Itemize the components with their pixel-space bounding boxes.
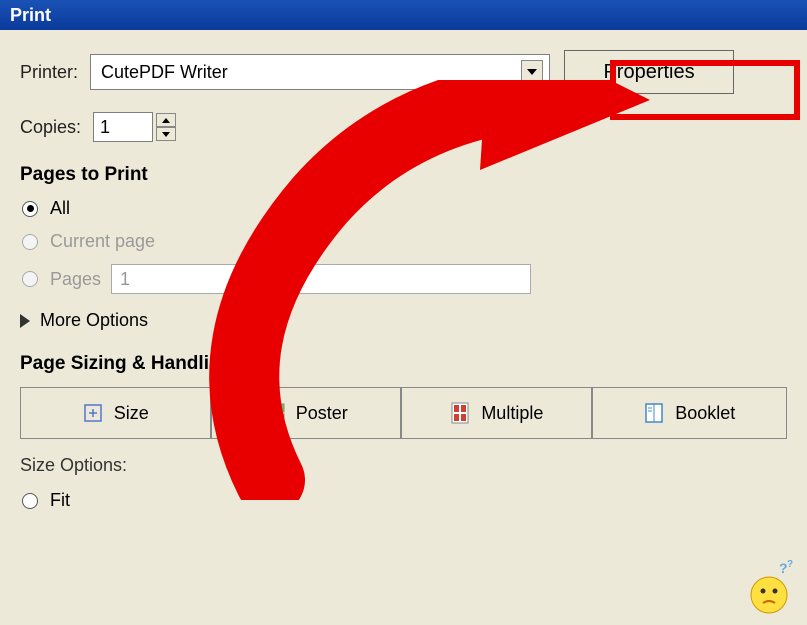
printer-label: Printer: (20, 62, 78, 83)
properties-label: Properties (603, 61, 694, 84)
multiple-btn-label: Multiple (481, 403, 543, 424)
printer-row: Printer: CutePDF Writer Properties (20, 50, 787, 94)
radio-pages-label: Pages (50, 269, 101, 290)
svg-text:?: ? (787, 559, 793, 570)
dialog-content: Printer: CutePDF Writer Properties Copie… (0, 30, 807, 533)
multiple-button[interactable]: Multiple (401, 387, 592, 439)
printer-dropdown[interactable]: CutePDF Writer (90, 54, 550, 90)
radio-fit-label: Fit (50, 490, 70, 511)
window-titlebar: Print (0, 0, 807, 30)
booklet-btn-label: Booklet (675, 403, 735, 424)
radio-icon (22, 234, 38, 250)
copies-row: Copies: 1 (20, 112, 787, 142)
size-btn-label: Size (114, 403, 149, 424)
radio-current-page: Current page (22, 231, 787, 252)
radio-icon (22, 201, 38, 217)
radio-pages: Pages 1 (22, 264, 787, 294)
thinking-emoji-icon: ? ? (739, 557, 799, 617)
more-options-label: More Options (40, 310, 148, 331)
copies-input[interactable]: 1 (93, 112, 153, 142)
properties-button[interactable]: Properties (564, 50, 734, 94)
window-title: Print (10, 5, 51, 26)
poster-icon (264, 402, 286, 424)
copies-spinner[interactable] (156, 113, 176, 141)
triangle-right-icon (20, 314, 30, 328)
poster-button[interactable]: Poster (211, 387, 402, 439)
radio-all[interactable]: All (22, 198, 787, 219)
booklet-icon (643, 402, 665, 424)
radio-fit[interactable]: Fit (22, 490, 787, 511)
svg-text:?: ? (779, 560, 788, 576)
radio-current-page-label: Current page (50, 231, 155, 252)
more-options-toggle[interactable]: More Options (20, 310, 787, 331)
copies-label: Copies: (20, 117, 81, 138)
pages-range-input: 1 (111, 264, 531, 294)
radio-icon (22, 493, 38, 509)
chevron-down-icon[interactable] (521, 60, 543, 84)
pages-range-value: 1 (120, 269, 130, 290)
radio-icon (22, 271, 38, 287)
sizing-heading: Page Sizing & Handling (20, 353, 232, 375)
sizing-buttons: Size Poster Multiple Booklet (20, 387, 787, 439)
booklet-button[interactable]: Booklet (592, 387, 787, 439)
copies-value: 1 (100, 117, 110, 138)
size-options-heading: Size Options: (20, 455, 787, 476)
size-button[interactable]: Size (20, 387, 211, 439)
info-icon[interactable]: i (242, 353, 264, 375)
radio-all-label: All (50, 198, 70, 219)
sizing-heading-row: Page Sizing & Handling i (20, 353, 787, 375)
pages-to-print-heading: Pages to Print (20, 164, 787, 186)
multiple-icon (449, 402, 471, 424)
poster-btn-label: Poster (296, 403, 348, 424)
spinner-up-icon[interactable] (156, 113, 176, 127)
printer-selected: CutePDF Writer (101, 62, 228, 83)
size-icon (82, 402, 104, 424)
spinner-down-icon[interactable] (156, 127, 176, 141)
